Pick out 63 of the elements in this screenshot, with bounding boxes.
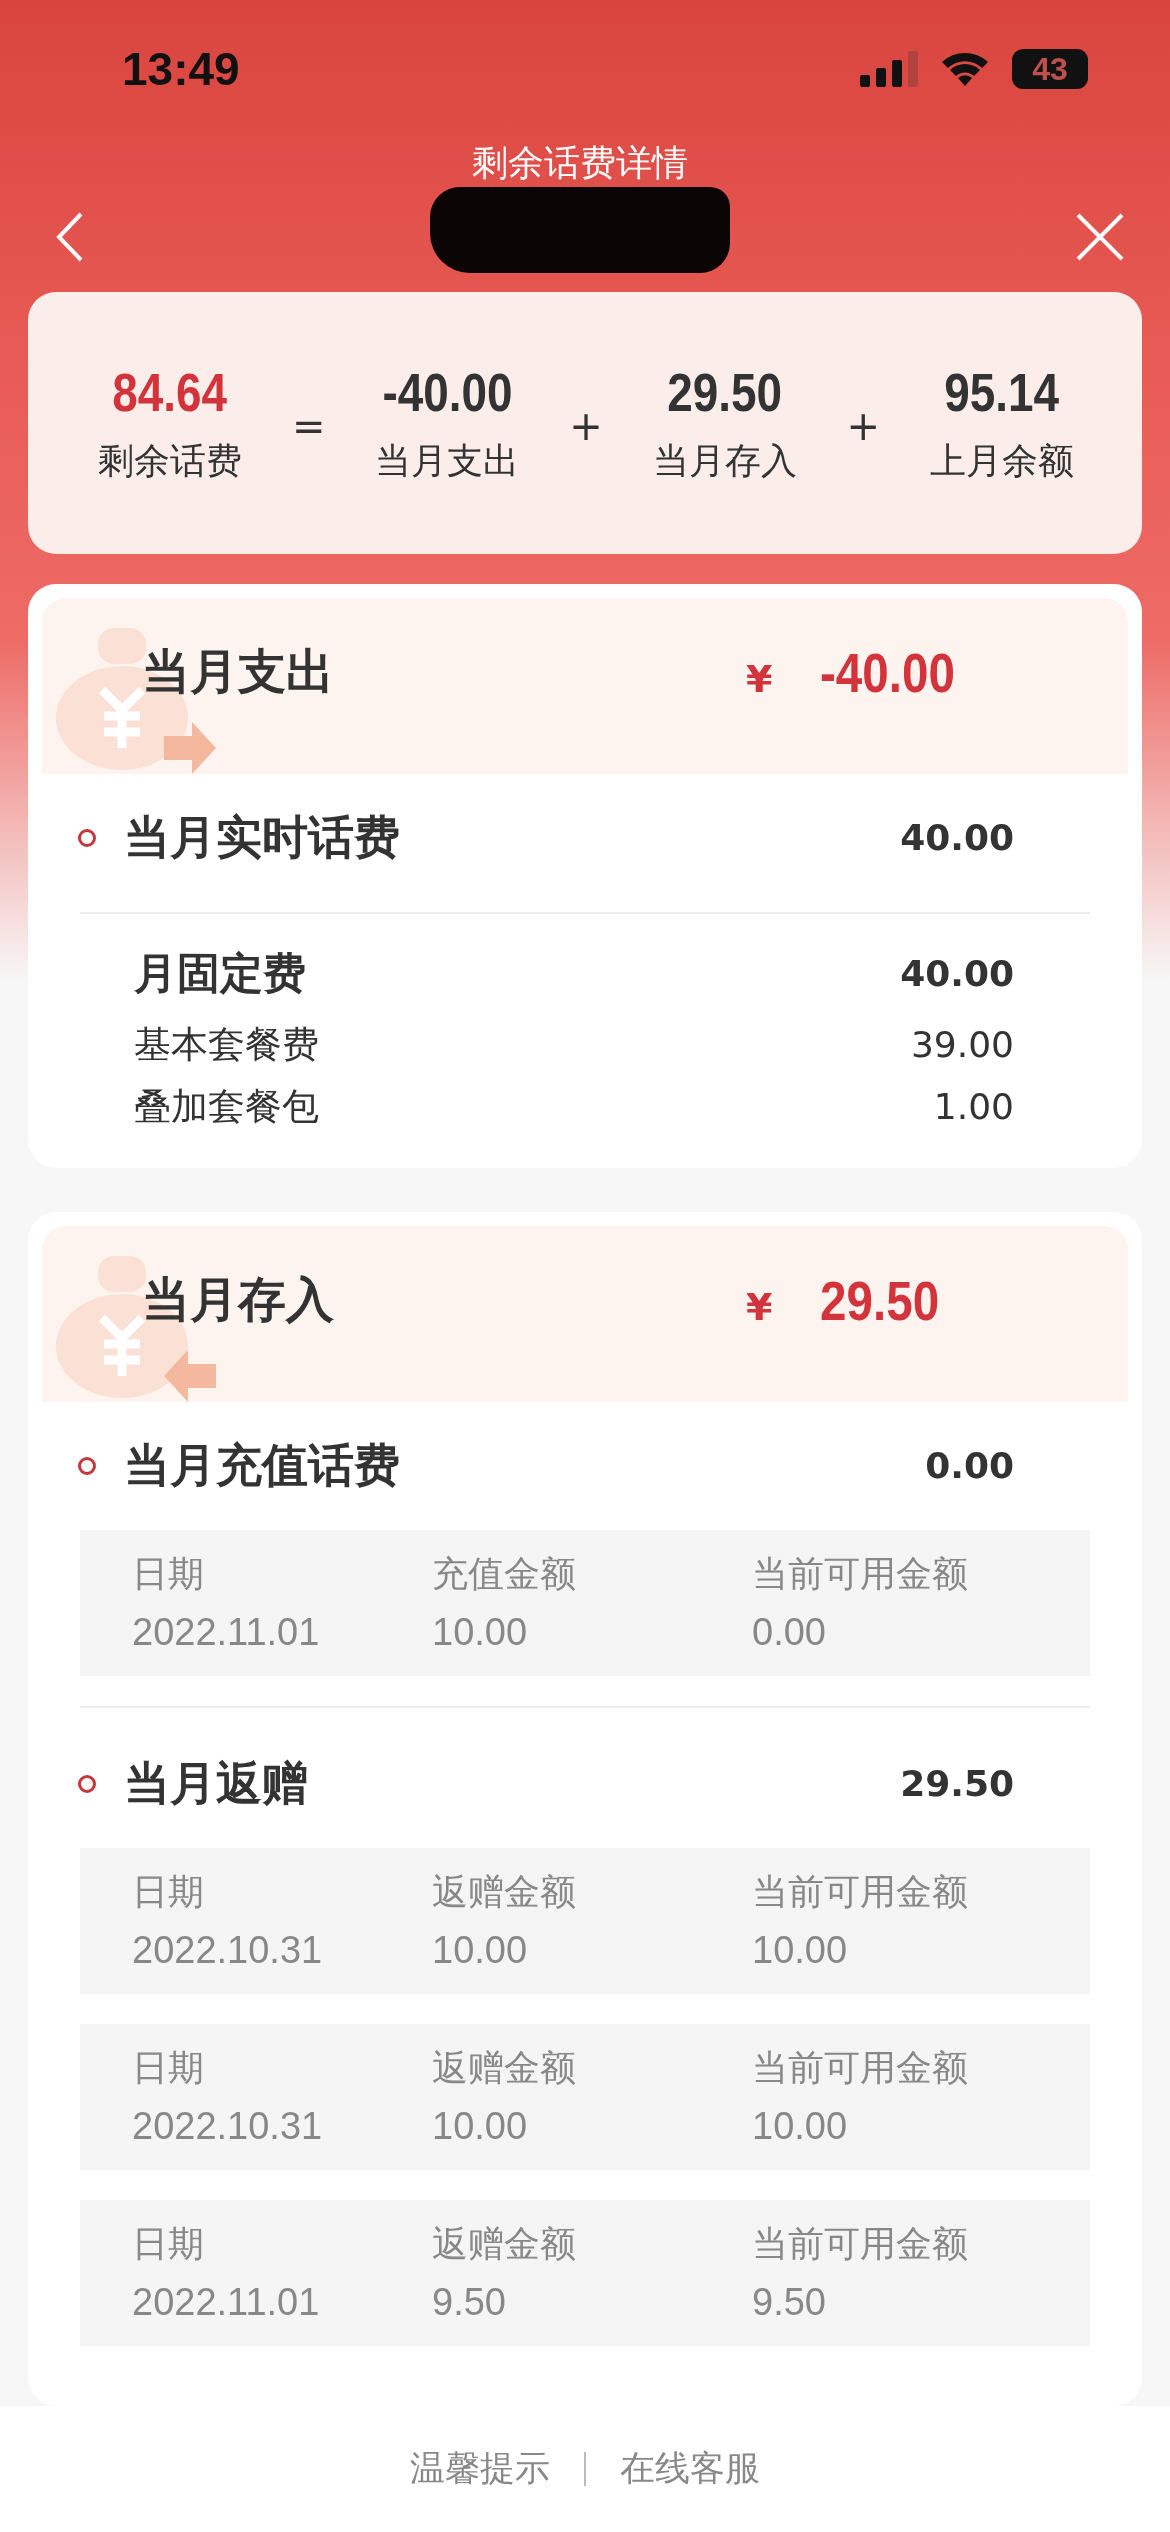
table-cell-text: 9.50 (432, 2280, 507, 2324)
column-header: 日期 (132, 1869, 205, 1914)
table-cell-text: 2022.11.01 (132, 1610, 321, 1654)
column-header: 日期 (132, 2221, 205, 2266)
table-cell-text: 10.00 (432, 2104, 529, 2148)
operator-sign: = (291, 403, 326, 450)
table-cell-text: 10.00 (752, 2104, 849, 2148)
column-header: 日期 (132, 2045, 205, 2090)
table-cell-text: 10.00 (432, 1610, 529, 1654)
page-title: 剩余话费详情 (472, 141, 688, 186)
bullet-icon (78, 828, 96, 847)
item-value: 29.50 (900, 1763, 1014, 1805)
column-header: 当前可用金额 (752, 2045, 969, 2090)
item-value: 0.00 (925, 1445, 1014, 1487)
section-amount: -40.00 (820, 639, 956, 705)
section-title: 当月支出 (142, 641, 335, 701)
table-cell-text: 2022.10.31 (132, 1928, 324, 1972)
amount-label: 剩余话费 (98, 438, 242, 483)
item-label: 当月充值话费 (124, 1436, 401, 1494)
currency-sign: ¥ (746, 656, 773, 701)
operator-sign: + (846, 403, 881, 450)
footer-link[interactable]: 温馨提示 (410, 2445, 550, 2493)
column-header: 当前可用金额 (752, 1551, 969, 1596)
bullet-icon (78, 1456, 96, 1475)
battery-icon: 43 (1012, 49, 1088, 90)
table-cell-text: 0.00 (752, 1610, 827, 1654)
fee-value: 39.00 (910, 1024, 1014, 1066)
fee-heading: 月固定费 (134, 946, 306, 1000)
fee-label: 叠加套餐包 (134, 1083, 319, 1130)
column-header: 返赠金额 (432, 1869, 577, 1914)
amount-value: 29.50 (667, 360, 783, 423)
table-cell-text: 10.00 (432, 1928, 529, 1972)
column-header: 当前可用金额 (752, 1869, 969, 1914)
clock-time: 13:49 (122, 42, 240, 97)
fee-total: 40.00 (900, 953, 1014, 995)
table-cell-text: 2022.10.31 (132, 2104, 324, 2148)
currency-sign: ¥ (746, 1284, 773, 1329)
section-title: 当月存入 (142, 1269, 335, 1329)
item-label: 当月返赠 (124, 1754, 309, 1812)
operator-sign: + (569, 403, 603, 450)
item-value: 40.00 (900, 817, 1014, 859)
column-header: 返赠金额 (432, 2045, 577, 2090)
item-label: 当月实时话费 (124, 808, 401, 866)
column-header: 充值金额 (432, 1551, 577, 1596)
section-amount: 29.50 (820, 1267, 940, 1333)
footer-link[interactable]: 在线客服 (620, 2445, 760, 2493)
table-cell-text: 10.00 (752, 1928, 849, 1972)
signal-icon (860, 51, 918, 88)
amount-value: 84.64 (112, 360, 228, 423)
amount-label: 当月存入 (652, 438, 797, 483)
column-header: 返赠金额 (432, 2221, 577, 2266)
amount-label: 当月支出 (375, 438, 520, 483)
column-header: 当前可用金额 (752, 2221, 969, 2266)
bullet-icon (78, 1774, 96, 1793)
column-header: 日期 (132, 1551, 205, 1596)
close-icon[interactable] (1075, 212, 1125, 263)
table-cell-text: 9.50 (752, 2280, 827, 2324)
amount-value: 95.14 (944, 360, 1060, 423)
fee-label: 基本套餐费 (134, 1021, 319, 1068)
amount-value: -40.00 (382, 360, 513, 423)
table-cell-text: 2022.11.01 (132, 2280, 321, 2324)
fee-value: 1.00 (933, 1086, 1014, 1128)
amount-label: 上月余额 (930, 438, 1074, 483)
